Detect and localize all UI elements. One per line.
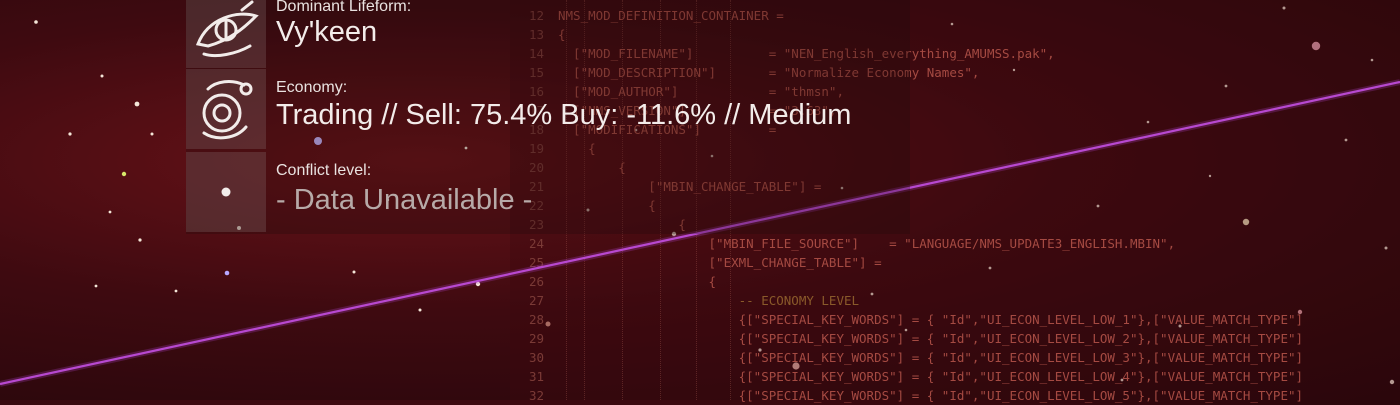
code-text: {["SPECIAL_KEY_WORDS"] = { "Id","UI_ECON… — [558, 350, 1304, 365]
line-number: 28 — [528, 312, 544, 327]
conflict-label: Conflict level: — [276, 162, 372, 179]
code-text: { — [558, 274, 717, 289]
code-line: 32 {["SPECIAL_KEY_WORDS"] = { "Id","UI_E… — [510, 386, 1303, 405]
conflict-value: - Data Unavailable - — [276, 184, 533, 216]
lifeform-label: Dominant Lifeform: — [276, 0, 412, 15]
code-text: {["SPECIAL_KEY_WORDS"] = { "Id","UI_ECON… — [558, 388, 1304, 403]
code-text: ["MBIN_FILE_SOURCE"] = "LANGUAGE/NMS_UPD… — [558, 236, 1176, 251]
code-text: {["SPECIAL_KEY_WORDS"] = { "Id","UI_ECON… — [558, 369, 1304, 384]
code-text: -- ECONOMY LEVEL — [558, 293, 860, 308]
economy-label: Economy: — [276, 79, 348, 96]
line-number: 31 — [528, 369, 544, 384]
code-text: ["EXML_CHANGE_TABLE"] = — [558, 255, 882, 270]
code-line: 28 {["SPECIAL_KEY_WORDS"] = { "Id","UI_E… — [510, 310, 1303, 329]
lifeform-value: Vy'keen — [276, 16, 378, 48]
code-line: 30 {["SPECIAL_KEY_WORDS"] = { "Id","UI_E… — [510, 348, 1303, 367]
line-number: 24 — [528, 236, 544, 251]
code-line: 29 {["SPECIAL_KEY_WORDS"] = { "Id","UI_E… — [510, 329, 1303, 348]
conflict-unknown-icon — [186, 152, 266, 232]
line-number: 25 — [528, 255, 544, 270]
line-number: 26 — [528, 274, 544, 289]
code-line: 31 {["SPECIAL_KEY_WORDS"] = { "Id","UI_E… — [510, 367, 1303, 386]
code-text: {["SPECIAL_KEY_WORDS"] = { "Id","UI_ECON… — [558, 331, 1304, 346]
code-line: 25 ["EXML_CHANGE_TABLE"] = — [510, 253, 882, 272]
line-number: 32 — [528, 388, 544, 403]
code-line: 24 ["MBIN_FILE_SOURCE"] = "LANGUAGE/NMS_… — [510, 234, 1175, 253]
code-text: {["SPECIAL_KEY_WORDS"] = { "Id","UI_ECON… — [558, 312, 1304, 327]
line-number: 29 — [528, 331, 544, 346]
vykeen-eye-icon — [186, 0, 266, 68]
line-number: 30 — [528, 350, 544, 365]
code-line: 26 { — [510, 272, 716, 291]
line-number: 27 — [528, 293, 544, 308]
trading-economy-icon — [186, 69, 266, 149]
economy-value: Trading // Sell: 75.4% Buy: -11.6% // Me… — [276, 99, 852, 131]
code-line: 27 -- ECONOMY LEVEL — [510, 291, 859, 310]
